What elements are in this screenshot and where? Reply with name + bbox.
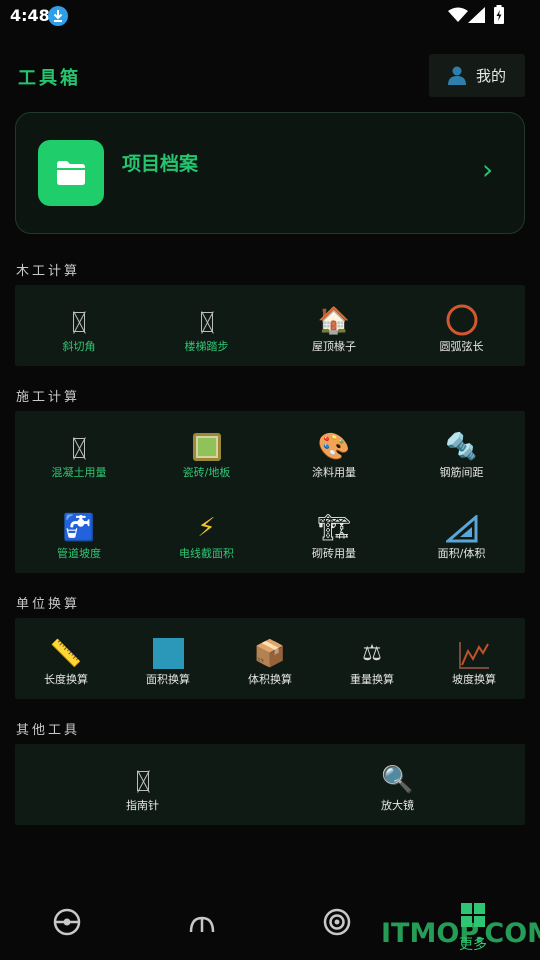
gauge-nav-icon (189, 916, 215, 933)
signal-icon (468, 7, 485, 23)
palette-icon: 🎨 (317, 432, 351, 462)
set-square-icon (445, 515, 477, 543)
nav-tab-measure[interactable] (188, 912, 216, 938)
lightning-icon: ⚡ (197, 513, 216, 543)
package-icon: 📦 (253, 639, 287, 669)
tool-area-volume[interactable]: 面积/体积 (398, 492, 525, 573)
tool-label: 屋顶椽子 (312, 340, 356, 353)
tool-rebar[interactable]: 🔩 钢筋间距 (398, 411, 525, 492)
tool-wire-section[interactable]: ⚡ 电线截面积 (143, 492, 270, 573)
tool-label: 涂料用量 (312, 466, 356, 479)
miter-angle-icon (73, 312, 85, 332)
tool-label: 面积/体积 (437, 547, 486, 560)
project-archive-card[interactable]: 项目档案 › (15, 112, 525, 234)
tool-label: 楼梯踏步 (184, 340, 229, 353)
mine-button[interactable]: 我的 (429, 54, 525, 97)
tool-concrete[interactable]: 混凝土用量 (15, 411, 143, 492)
tool-paint[interactable]: 🎨 涂料用量 (270, 411, 398, 492)
compass-icon (136, 771, 149, 791)
section-title-other-tools: 其他工具 (16, 723, 81, 738)
tool-label: 电线截面积 (179, 547, 234, 560)
concrete-icon (73, 438, 85, 458)
tool-label: 面积换算 (146, 673, 190, 686)
chevron-right-icon: › (482, 153, 494, 186)
tool-volume-conversion[interactable]: 📦 体积换算 (219, 618, 321, 699)
tool-label: 坡度换算 (452, 673, 496, 686)
tool-label: 重量换算 (350, 673, 394, 686)
tool-label: 管道坡度 (57, 547, 101, 560)
section-title-construction: 施工计算 (16, 390, 81, 405)
wifi-icon (448, 7, 468, 22)
other-tools-panel: 指南针 🔍 放大镜 (15, 744, 525, 825)
home-nav-icon (53, 908, 81, 936)
status-time: 4:48 (10, 6, 50, 25)
tool-label: 混凝土用量 (51, 466, 107, 479)
tool-label: 圆弧弦长 (439, 340, 484, 353)
tool-magnifier[interactable]: 🔍 放大镜 (270, 744, 525, 825)
tool-compass[interactable]: 指南针 (15, 744, 270, 825)
tool-arc-chord[interactable]: 圆弧弦长 (398, 285, 525, 366)
unit-conversion-panel: 📏 长度换算 面积换算 📦 体积换算 ⚖ 重量换算 坡度换算 (15, 618, 525, 699)
square-icon (152, 638, 184, 669)
status-bar: 4:48 (0, 0, 540, 32)
tool-length-conversion[interactable]: 📏 长度换算 (15, 618, 117, 699)
crane-icon: 🏗 (317, 513, 351, 543)
tool-weight-conversion[interactable]: ⚖ 重量换算 (321, 618, 423, 699)
faucet-icon: 🚰 (62, 513, 96, 543)
section-title-unit-conversion: 单位换算 (16, 597, 81, 612)
tool-label: 斜切角 (62, 340, 96, 353)
nav-tab-home[interactable] (53, 908, 81, 940)
tool-label: 砌砖用量 (312, 547, 356, 560)
tool-pipe-slope[interactable]: 🚰 管道坡度 (15, 492, 143, 573)
rebar-icon: 🔩 (445, 432, 478, 462)
tool-slope-conversion[interactable]: 坡度换算 (423, 618, 525, 699)
tool-label: 指南针 (126, 799, 159, 812)
stair-steps-icon (200, 312, 213, 332)
tile-icon (192, 433, 221, 461)
nav-tab-level[interactable] (323, 908, 351, 940)
download-icon (48, 6, 68, 26)
target-nav-icon (323, 908, 351, 936)
battery-icon (494, 5, 504, 24)
tool-label: 瓷砖/地板 (182, 466, 231, 479)
tool-label: 体积换算 (248, 673, 292, 686)
project-archive-tile (38, 140, 104, 206)
house-icon: 🏠 (317, 306, 351, 336)
tool-tile-floor[interactable]: 瓷砖/地板 (143, 411, 270, 492)
watermark: ITMOP.COM (381, 918, 540, 949)
construction-panel: 混凝土用量 瓷砖/地板 🎨 涂料用量 🔩 钢筋间距 🚰 管道坡度 ⚡ 电线截面积… (15, 411, 525, 573)
section-title-carpentry: 木工计算 (16, 264, 81, 279)
tool-miter-angle[interactable]: 斜切角 (15, 285, 143, 366)
tool-area-conversion[interactable]: 面积换算 (117, 618, 219, 699)
chart-icon (459, 642, 489, 669)
user-icon (447, 66, 466, 85)
carpentry-panel: 斜切角 楼梯踏步 🏠 屋顶椽子 圆弧弦长 (15, 285, 525, 366)
tool-brick[interactable]: 🏗 砌砖用量 (270, 492, 398, 573)
mine-label: 我的 (475, 67, 506, 85)
tool-label: 钢筋间距 (439, 466, 484, 479)
ruler-icon: 📏 (49, 639, 83, 669)
folder-icon (57, 161, 85, 185)
magnifier-icon: 🔍 (381, 765, 414, 795)
project-archive-title: 项目档案 (122, 153, 199, 175)
page-title: 工具箱 (18, 68, 81, 89)
tool-label: 放大镜 (381, 799, 414, 812)
tool-label: 长度换算 (44, 673, 88, 686)
tool-stair-steps[interactable]: 楼梯踏步 (143, 285, 270, 366)
tool-roof-rafter[interactable]: 🏠 屋顶椽子 (270, 285, 398, 366)
scale-icon: ⚖ (362, 641, 382, 666)
circle-icon (446, 304, 477, 336)
